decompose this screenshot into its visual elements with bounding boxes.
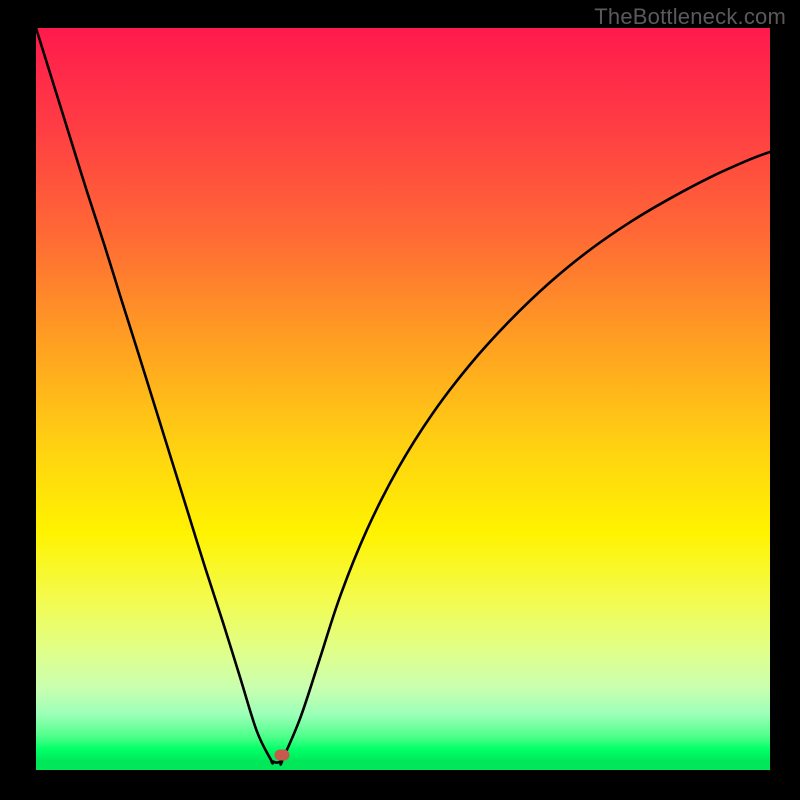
optimal-point-marker	[274, 750, 289, 761]
watermark-text: TheBottleneck.com	[594, 4, 786, 30]
chart-stage: TheBottleneck.com	[0, 0, 800, 800]
bottleneck-curve	[36, 28, 770, 770]
plot-area	[36, 28, 770, 770]
